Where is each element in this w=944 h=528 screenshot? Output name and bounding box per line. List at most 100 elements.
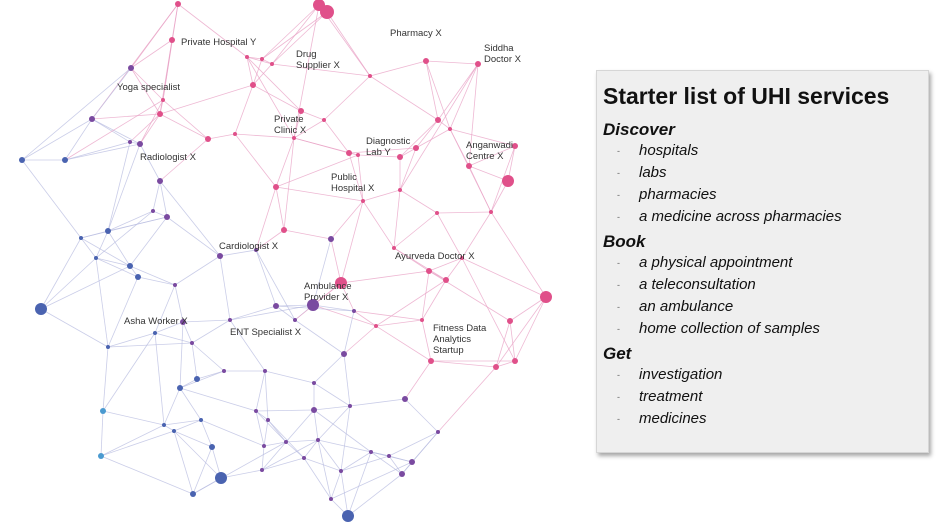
service-item: - an ambulance <box>603 296 928 318</box>
network-edge <box>179 387 257 412</box>
network-node <box>62 157 68 163</box>
network-edge <box>461 257 516 362</box>
bullet-dash: - <box>617 392 620 402</box>
network-node <box>162 423 166 427</box>
network-edge <box>340 405 351 472</box>
network-node <box>435 117 441 123</box>
node-label: Siddha Doctor X <box>484 43 522 65</box>
network-edge <box>139 113 161 145</box>
network-node <box>233 132 237 136</box>
node-label: Yoga specialist <box>117 82 180 93</box>
network-node <box>361 199 365 203</box>
network-node <box>245 55 249 59</box>
network-edge <box>399 189 438 214</box>
service-item-label: a teleconsultation <box>639 276 756 293</box>
network-edge <box>91 118 141 145</box>
network-node <box>329 497 333 501</box>
network-node <box>316 438 320 442</box>
network-edge <box>343 353 351 407</box>
network-node <box>250 82 256 88</box>
service-item: - investigation <box>603 364 928 386</box>
service-item-label: investigation <box>639 366 723 383</box>
network-node <box>172 429 176 433</box>
network-edge <box>219 255 231 321</box>
network-edge <box>152 180 161 212</box>
section-heading-discover: Discover <box>603 120 675 139</box>
network-node <box>164 214 170 220</box>
network-node <box>443 277 449 283</box>
network-node <box>217 253 223 259</box>
network-node <box>466 163 472 169</box>
network-edge <box>163 387 181 426</box>
network-node <box>507 318 513 324</box>
network-edge <box>100 424 165 457</box>
network-edge <box>255 249 296 321</box>
network-edge <box>340 200 364 284</box>
service-item-label: labs <box>639 164 667 181</box>
network-edge <box>393 212 438 249</box>
network-edge <box>428 270 511 322</box>
network-edge <box>80 230 109 239</box>
network-node <box>137 141 143 147</box>
network-edge <box>102 332 156 412</box>
network-node <box>190 491 196 497</box>
network-node <box>254 409 258 413</box>
network-node <box>512 358 518 364</box>
network-edge <box>246 56 254 86</box>
network-node <box>209 444 215 450</box>
network-node <box>448 127 452 131</box>
network-edge <box>137 276 176 286</box>
network-edge <box>388 431 439 457</box>
network-node <box>339 469 343 473</box>
network-node <box>175 1 181 7</box>
network-edge <box>312 304 355 312</box>
network-node <box>100 408 106 414</box>
network-edge <box>317 439 390 457</box>
network-node <box>409 459 415 465</box>
network-edge <box>330 461 413 500</box>
network-node <box>106 345 110 349</box>
network-node <box>475 61 481 67</box>
network-node <box>302 456 306 460</box>
node-label: Private Hospital Y <box>181 37 257 48</box>
network-edge <box>343 325 377 355</box>
network-edge <box>294 319 345 355</box>
service-item-label: home collection of samples <box>639 320 820 337</box>
network-edge <box>303 457 332 500</box>
network-node <box>311 407 317 413</box>
network-node <box>428 358 434 364</box>
network-node <box>128 140 132 144</box>
section-heading-get: Get <box>603 344 632 363</box>
network-node <box>260 57 264 61</box>
network-edge <box>252 63 273 86</box>
network-edge <box>102 410 165 426</box>
service-item-label: pharmacies <box>639 186 717 203</box>
network-edge <box>107 230 131 267</box>
network-edge <box>340 270 430 284</box>
node-label: Cardiologist X <box>219 241 279 252</box>
network-edge <box>192 446 213 495</box>
network-edge <box>275 305 296 321</box>
node-label: Ayurveda Doctor X <box>395 251 475 262</box>
network-edge <box>514 296 547 362</box>
network-node <box>205 136 211 142</box>
network-node <box>35 303 47 315</box>
network-node <box>346 150 352 156</box>
network-node <box>392 246 396 250</box>
network-edge <box>179 370 225 389</box>
network-edge <box>95 230 109 259</box>
network-edge <box>264 370 269 421</box>
network-edge <box>95 257 109 348</box>
network-edge <box>347 473 403 517</box>
node-label: Public Hospital X <box>331 172 375 194</box>
network-node <box>266 418 270 422</box>
network-edge <box>261 457 305 471</box>
network-node <box>169 37 175 43</box>
network-node <box>342 510 354 522</box>
network-edge <box>91 118 131 143</box>
network-edge <box>107 143 141 232</box>
network-edge <box>255 249 277 307</box>
network-edge <box>100 410 104 457</box>
network-edge <box>40 257 97 310</box>
network-edge <box>40 308 109 348</box>
